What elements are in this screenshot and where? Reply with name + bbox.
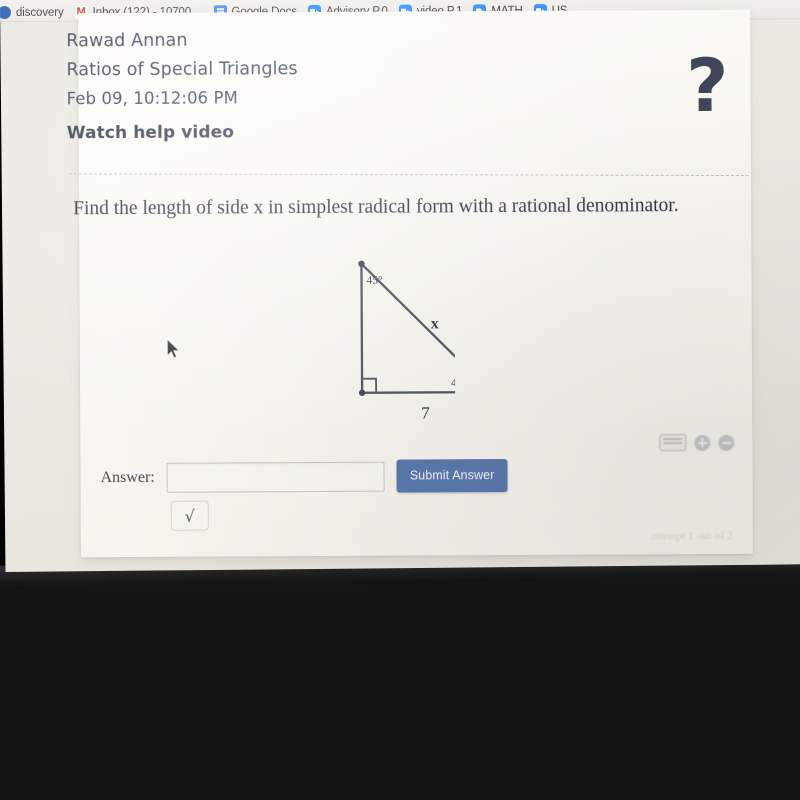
- section-divider: [68, 173, 749, 177]
- bezel-sheen: [0, 552, 800, 800]
- angle-label-bottom-right: 45°: [451, 377, 455, 389]
- keyboard-icon[interactable]: [659, 434, 687, 452]
- assignment-title: Ratios of Special Triangles: [66, 59, 298, 81]
- figure-tools: [659, 434, 735, 452]
- plus-vertical-bar: [701, 437, 704, 447]
- angle-label-top: 45°: [367, 275, 384, 287]
- plus-circle-icon[interactable]: [694, 434, 711, 451]
- laptop-screen: discovery M Inbox (122) - 10700… Google …: [0, 0, 800, 572]
- screenshot-root: discovery M Inbox (122) - 10700… Google …: [0, 0, 800, 800]
- answer-input[interactable]: [166, 461, 385, 493]
- blue-circle-icon: [0, 6, 11, 20]
- triangle-vertical-leg: [360, 263, 364, 393]
- attempt-status: attempt 1 out of 2: [651, 529, 733, 543]
- assignment-timestamp: Feb 09, 10:12:06 PM: [66, 88, 239, 109]
- hypotenuse-label: x: [431, 315, 439, 332]
- vertex-bottom-left: [358, 389, 366, 396]
- assignment-card: Rawad Annan Ratios of Special Triangles …: [66, 9, 753, 558]
- radical-keypad-button[interactable]: √: [170, 500, 209, 531]
- bookmark-item-discovery[interactable]: discovery: [0, 4, 71, 20]
- answer-label: Answer:: [100, 468, 155, 486]
- minus-circle-icon[interactable]: [718, 434, 735, 451]
- triangle-diagram: 45° 45° x 7: [358, 260, 456, 422]
- submit-answer-button[interactable]: Submit Answer: [396, 459, 508, 493]
- answer-row: Answer: Submit Answer: [100, 459, 508, 494]
- question-text: Find the length of side x in simplest ra…: [73, 195, 679, 220]
- vertex-top: [358, 260, 365, 267]
- minus-bar: [721, 441, 731, 444]
- watch-help-video-link[interactable]: Watch help video: [67, 122, 234, 143]
- laptop-bezel: [0, 552, 800, 800]
- question-mark-help-icon[interactable]: ?: [686, 44, 729, 129]
- student-name: Rawad Annan: [66, 30, 188, 52]
- bookmark-label: discovery: [15, 6, 64, 19]
- base-label: 7: [421, 403, 430, 422]
